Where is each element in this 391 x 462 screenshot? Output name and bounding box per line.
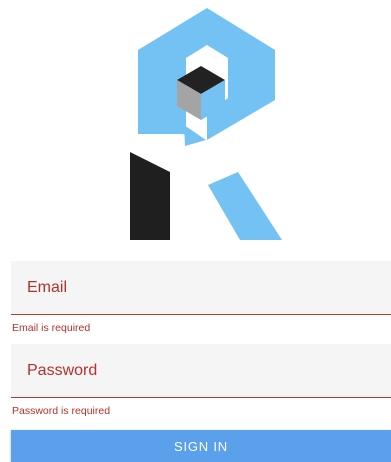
email-error-text: Email is required bbox=[12, 322, 91, 334]
password-error-text: Password is required bbox=[12, 405, 111, 417]
sign-in-button[interactable]: SIGN IN bbox=[11, 430, 391, 462]
password-input[interactable] bbox=[11, 344, 391, 397]
email-field[interactable] bbox=[11, 261, 391, 315]
login-page: Email is required Password is required S… bbox=[0, 0, 391, 462]
email-input[interactable] bbox=[11, 261, 391, 314]
password-field[interactable] bbox=[11, 344, 391, 398]
r-cube-logo-icon bbox=[130, 8, 282, 240]
